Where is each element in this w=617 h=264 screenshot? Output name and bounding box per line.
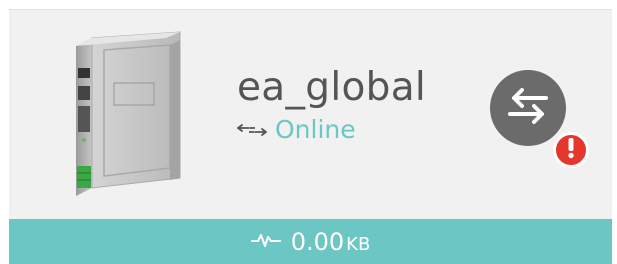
pulse-activity-icon: [250, 231, 281, 253]
traffic-value: 0.00: [290, 227, 345, 256]
status-label: Online: [275, 115, 356, 144]
traffic-unit: KB: [346, 233, 371, 255]
device-name: ea_global: [237, 65, 427, 110]
traffic-bar: 0.00 KB: [9, 219, 612, 264]
link-arrows-icon: [237, 123, 267, 137]
router-device-icon: [62, 28, 192, 198]
status-row: Online: [237, 116, 426, 144]
sync-button[interactable]: [490, 70, 566, 146]
swap-arrows-icon: [506, 86, 550, 130]
device-info: ea_global Online: [237, 66, 426, 144]
alert-badge[interactable]: [553, 132, 589, 168]
exclamation-alert-icon: [566, 137, 576, 163]
